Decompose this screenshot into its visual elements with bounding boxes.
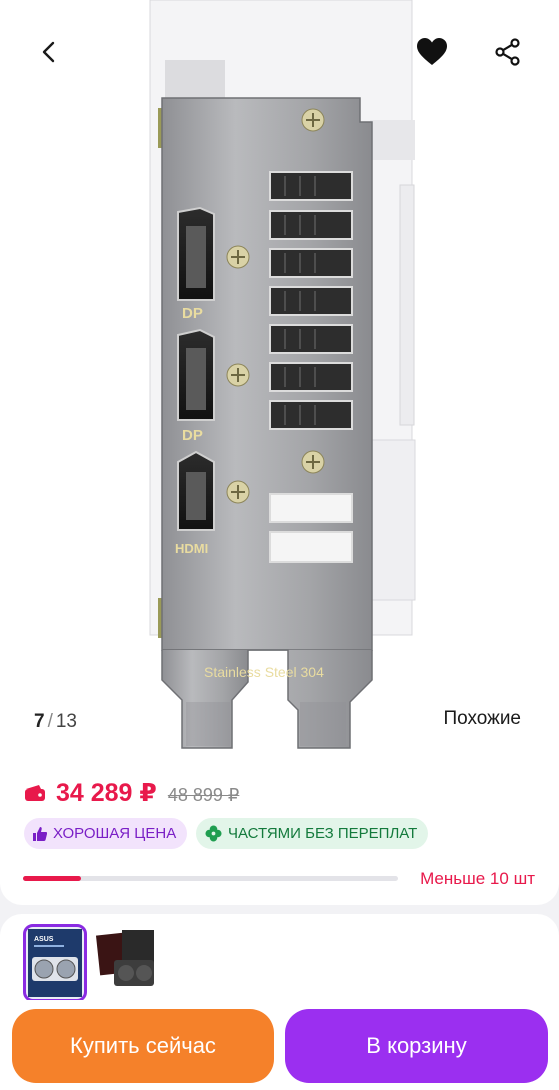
bracket-engraving: Stainless Steel 304 [204, 664, 324, 680]
favorite-button[interactable] [410, 30, 454, 74]
image-counter: 7/13 [34, 711, 77, 733]
share-icon [495, 38, 520, 66]
port-label-hdmi: HDMI [175, 541, 208, 556]
back-button[interactable] [28, 30, 72, 74]
old-price: 48 899 ₽ [167, 784, 240, 805]
thumbs-up-icon [33, 826, 47, 841]
stock-progress [23, 876, 398, 881]
image-counter-current: 7 [34, 711, 45, 732]
product-page: DP DP HDMI Stainless Steel 304 7 / 13 По… [0, 0, 559, 1090]
variant-thumbnails: ASUS [0, 914, 559, 1004]
share-button[interactable] [486, 30, 530, 74]
clover-icon [205, 825, 222, 842]
stock-label: Меньше 10 шт [420, 869, 535, 888]
image-counter-total: 13 [55, 711, 77, 732]
port-label-dp-2: DP [182, 427, 203, 444]
add-to-cart-button[interactable]: В корзину [285, 1009, 548, 1083]
similar-link[interactable]: Похожие [443, 708, 521, 730]
variant-thumbnail-1[interactable]: ASUS [23, 924, 87, 1002]
buy-now-button[interactable]: Купить сейчас [12, 1009, 274, 1083]
stock-progress-fill [23, 876, 81, 881]
variant-thumbnail-1-image: ASUS [28, 929, 82, 997]
price-row: 34 289 ₽ 48 899 ₽ [24, 778, 239, 808]
good-price-badge[interactable]: ХОРОШАЯ ЦЕНА [24, 818, 188, 849]
product-gallery[interactable]: DP DP HDMI Stainless Steel 304 7 / 13 По… [0, 0, 559, 750]
variant-thumbnail-2-image [95, 930, 154, 986]
thumb-brand-text: ASUS [34, 936, 54, 943]
heart-icon [417, 38, 447, 65]
variant-thumbnail-2[interactable] [94, 924, 158, 1002]
good-price-label: ХОРОШАЯ ЦЕНА [53, 825, 177, 842]
installments-label: ЧАСТЯМИ БЕЗ ПЕРЕПЛАТ [228, 825, 418, 842]
current-price: 34 289 ₽ [56, 779, 157, 807]
chevron-left-icon [42, 41, 55, 63]
product-info-card: 34 289 ₽ 48 899 ₽ ХОРОШАЯ ЦЕНА ЧАСТЯМИ Б… [0, 750, 559, 905]
bottom-action-bar: Купить сейчас В корзину [0, 1000, 559, 1090]
image-counter-separator: / [47, 711, 53, 732]
wallet-icon [25, 785, 45, 801]
installments-badge[interactable]: ЧАСТЯМИ БЕЗ ПЕРЕПЛАТ [196, 818, 429, 849]
product-image: DP DP HDMI Stainless Steel 304 [149, 0, 416, 749]
port-label-dp-1: DP [182, 305, 203, 322]
